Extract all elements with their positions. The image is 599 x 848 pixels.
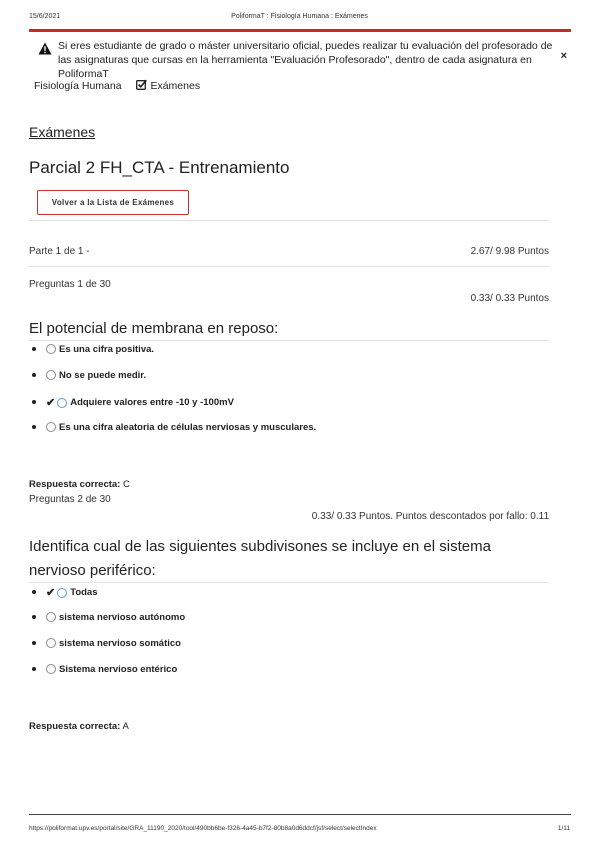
question-text: El potencial de membrana en reposo:: [29, 320, 279, 337]
answer-option[interactable]: Es una cifra aleatoria de células nervio…: [29, 422, 316, 433]
question-counter: Preguntas 2 de 30: [29, 494, 111, 505]
accent-bar: [29, 29, 571, 32]
breadcrumb-course[interactable]: Fisiología Humana: [34, 80, 122, 92]
print-title: PoliformaT : Fisiología Humana : Exámene…: [231, 13, 368, 20]
radio-button[interactable]: [46, 638, 56, 649]
part-label: Parte 1 de 1 -: [29, 246, 90, 257]
back-to-exams-button[interactable]: Volver a la Lista de Exámenes: [37, 190, 189, 215]
answer-option[interactable]: sistema nervioso autónomo: [29, 612, 185, 623]
radio-button[interactable]: [46, 344, 56, 355]
close-icon[interactable]: ×: [561, 49, 567, 63]
question-points: 0.33/ 0.33 Puntos. Puntos descontados po…: [311, 511, 549, 522]
divider: [29, 220, 549, 221]
notice-text: Si eres estudiante de grado o máster uni…: [58, 40, 553, 80]
section-title[interactable]: Exámenes: [29, 124, 95, 140]
correct-answer: Respuesta correcta: C: [29, 479, 130, 490]
answer-option[interactable]: sistema nervioso somático: [29, 638, 181, 649]
answer-option[interactable]: No se puede medir.: [29, 370, 146, 381]
answer-option[interactable]: ✔ Todas: [29, 586, 98, 599]
breadcrumb-tool[interactable]: Exámenes: [150, 80, 200, 92]
radio-button[interactable]: [46, 422, 56, 433]
breadcrumb: Fisiología Humana Exámenes: [34, 79, 200, 92]
checkbox-icon: [136, 79, 148, 92]
footer-rule: [29, 814, 571, 815]
radio-button[interactable]: [46, 370, 56, 381]
question-points: 0.33/ 0.33 Puntos: [470, 293, 549, 304]
checkmark-icon: ✔: [46, 397, 56, 409]
print-url: https://poliformat.upv.es/portal/site/GR…: [29, 825, 377, 832]
answer-option[interactable]: ✔ Adquiere valores entre -10 y -100mV: [29, 396, 234, 409]
answer-option[interactable]: Sistema nervioso entérico: [29, 664, 177, 675]
radio-button[interactable]: [46, 664, 56, 675]
radio-button[interactable]: [57, 397, 68, 408]
question-text: Identifica cual de las siguientes subdiv…: [29, 538, 491, 579]
part-points: 2.67/ 9.98 Puntos: [470, 246, 549, 257]
question-counter: Preguntas 1 de 30: [29, 279, 111, 290]
divider: [29, 266, 549, 267]
answer-option[interactable]: Es una cifra positiva.: [29, 344, 154, 355]
divider: [29, 340, 549, 341]
page-number: 1/11: [557, 825, 570, 832]
radio-button[interactable]: [46, 612, 56, 623]
correct-answer: Respuesta correcta: A: [29, 721, 129, 732]
exam-title: Parcial 2 FH_CTA - Entrenamiento: [29, 158, 290, 177]
checkmark-icon: ✔: [46, 587, 56, 599]
warning-triangle-icon: [38, 42, 52, 59]
divider: [29, 582, 549, 583]
radio-button[interactable]: [57, 587, 68, 598]
